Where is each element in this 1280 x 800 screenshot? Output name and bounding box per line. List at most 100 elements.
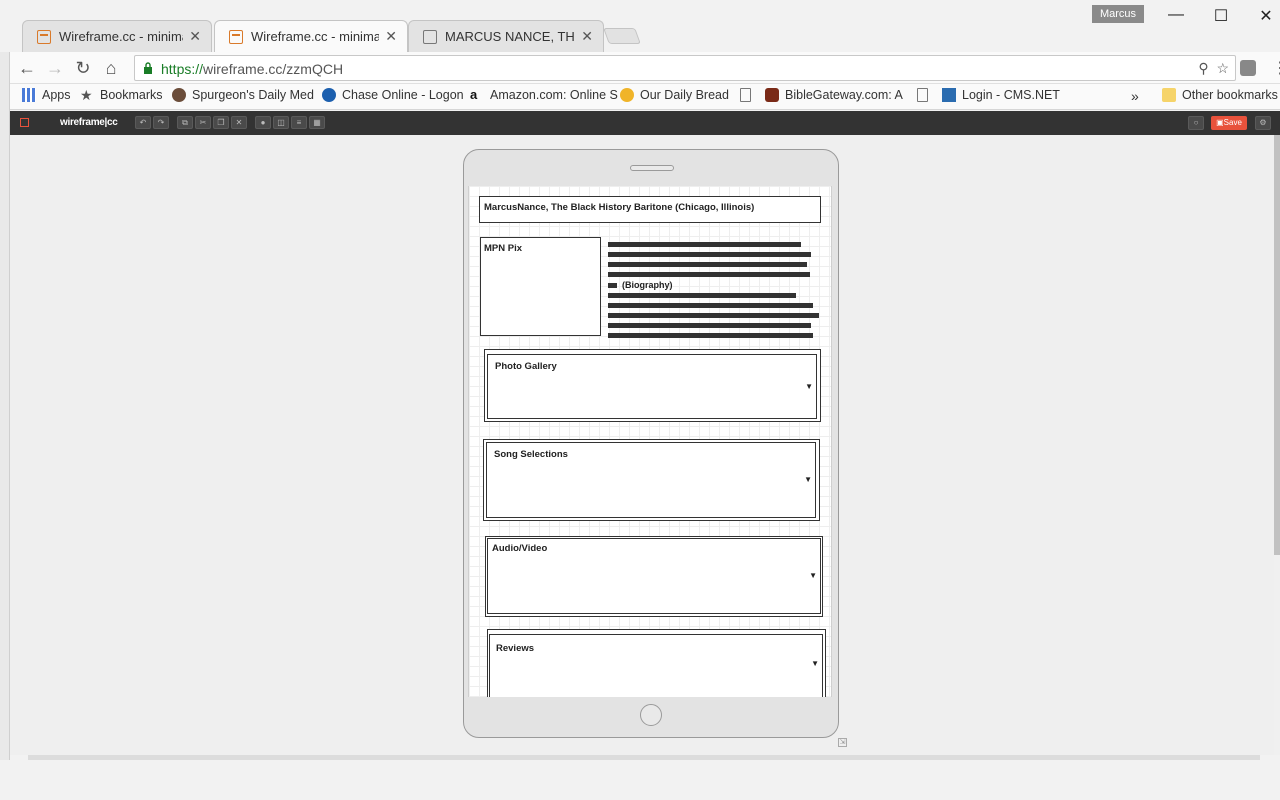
reviews-accordion[interactable]: Reviews ▼ [487, 629, 826, 697]
browser-titlebar: Wireframe.cc - minimal w ✕ Wireframe.cc … [0, 0, 1280, 52]
undo-icon[interactable]: ↶ [135, 116, 151, 129]
tab-wireframe-1[interactable]: Wireframe.cc - minimal w ✕ [22, 20, 212, 52]
star-icon: ★ [80, 87, 93, 103]
text-line [608, 303, 813, 308]
wireframe-favicon-icon [229, 29, 243, 44]
biography-label: (Biography) [622, 280, 673, 290]
secure-lock-icon [144, 62, 152, 74]
text-line [608, 313, 819, 318]
tab-close-icon[interactable]: ✕ [189, 28, 201, 45]
tab-wireframe-2-active[interactable]: Wireframe.cc - minimal w ✕ [214, 20, 408, 52]
accordion-label: Reviews [496, 643, 535, 654]
bookmark-bookmarks[interactable]: ★ Bookmarks [80, 88, 163, 102]
bookmark-amazon[interactable]: a Amazon.com: Online S [470, 87, 618, 103]
tab-marcus-nance[interactable]: MARCUS NANCE, THE BL ✕ [408, 20, 604, 52]
lock-icon[interactable]: ● [255, 116, 271, 129]
maximize-icon[interactable]: ☐ [1211, 6, 1231, 26]
cms-logo-icon [942, 88, 956, 102]
text-line [608, 272, 810, 277]
page-icon [917, 88, 928, 102]
home-icon[interactable]: ⌂ [100, 58, 122, 79]
chevron-down-icon[interactable]: ▼ [804, 475, 812, 484]
resize-handle-icon[interactable]: ⇲ [838, 738, 847, 747]
cut-icon[interactable]: ✂ [195, 116, 211, 129]
accordion-label: Photo Gallery [495, 361, 557, 372]
page-icon [740, 88, 751, 102]
bookmark-our-daily-bread[interactable]: Our Daily Bread [620, 88, 729, 102]
tab-close-icon[interactable]: ✕ [385, 28, 397, 45]
amazon-logo-icon: a [470, 87, 478, 102]
tablet-frame: MarcusNance, The Black History Baritone … [463, 149, 839, 738]
device-home-button [640, 704, 662, 726]
redo-icon[interactable]: ↷ [153, 116, 169, 129]
bookmark-cms[interactable]: Login - CMS.NET [942, 88, 1060, 102]
photo-gallery-accordion[interactable]: Photo Gallery ▼ [484, 349, 821, 422]
close-window-icon[interactable]: ✕ [1256, 6, 1276, 26]
paste-icon[interactable]: ❐ [213, 116, 229, 129]
chase-logo-icon [322, 88, 336, 102]
browser-toolbar: ← → ↻ ⌂ https://wireframe.cc/zzmQCH ⚲ ☆ … [10, 52, 1280, 84]
delete-icon[interactable]: ✕ [231, 116, 247, 129]
extension-icon[interactable] [1240, 60, 1256, 76]
bookmark-apps[interactable]: Apps [22, 88, 71, 102]
song-selections-accordion[interactable]: Song Selections ▼ [483, 439, 820, 521]
minimize-icon[interactable]: — [1166, 6, 1186, 24]
device-speaker [630, 165, 674, 171]
address-bar[interactable]: https://wireframe.cc/zzmQCH ⚲ ☆ [134, 55, 1236, 81]
app-logo[interactable]: wireframe|cc [60, 117, 118, 128]
chevron-down-icon[interactable]: ▼ [811, 659, 819, 668]
tab-title: MARCUS NANCE, THE BL [445, 29, 575, 44]
copy-icon[interactable]: ⧉ [177, 116, 193, 129]
new-tab-button[interactable] [603, 28, 641, 44]
chevron-down-icon[interactable]: ▼ [805, 382, 813, 391]
zoom-icon[interactable]: ⚲ ☆ [1198, 60, 1229, 77]
image-placeholder-label: MPN Pix [484, 243, 523, 254]
wireframe-favicon-icon [37, 29, 51, 44]
tab-title: Wireframe.cc - minimal w [251, 29, 380, 44]
biblegateway-icon [765, 88, 779, 102]
grid-icon[interactable]: ▦ [309, 116, 325, 129]
bookmark-biblegateway[interactable]: BibleGateway.com: A [765, 88, 903, 102]
biography-label-row: (Biography) [608, 280, 822, 290]
url-text: https://wireframe.cc/zzmQCH [161, 61, 344, 77]
horizontal-scrollbar[interactable] [28, 755, 1260, 760]
edit-toolbar: ↶ ↷ ⧉ ✂ ❐ ✕ ● ◫ ≡ ▦ [135, 116, 327, 129]
accordion-label: Song Selections [494, 449, 568, 460]
bookmark-untitled-1[interactable] [740, 88, 757, 102]
vertical-scrollbar[interactable] [1274, 135, 1280, 755]
biography-text-block[interactable]: (Biography) [608, 242, 822, 343]
comment-icon[interactable]: ○ [1188, 116, 1204, 130]
bookmark-untitled-2[interactable] [917, 88, 934, 102]
bookmarks-overflow-icon[interactable]: » [1131, 88, 1139, 104]
image-placeholder[interactable]: MPN Pix [480, 237, 601, 336]
title-box-label: MarcusNance, The Black History Baritone … [484, 202, 755, 213]
chevron-down-icon[interactable]: ▼ [809, 571, 817, 580]
spurgeon-portrait-icon [172, 88, 186, 102]
tab-close-icon[interactable]: ✕ [581, 28, 593, 45]
profile-button[interactable]: Marcus [1092, 5, 1144, 23]
apps-grid-icon [22, 88, 36, 102]
other-bookmarks[interactable]: Other bookmarks [1162, 88, 1278, 102]
folder-icon [1162, 88, 1176, 102]
tab-title: Wireframe.cc - minimal w [59, 29, 183, 44]
save-button[interactable]: ▣Save [1211, 116, 1247, 130]
reload-icon[interactable]: ↻ [72, 58, 94, 79]
wireframe-canvas[interactable]: MarcusNance, The Black History Baritone … [10, 135, 1274, 755]
bookmark-spurgeon[interactable]: Spurgeon's Daily Med [172, 88, 314, 102]
arrange-icon[interactable]: ◫ [273, 116, 289, 129]
back-icon[interactable]: ← [16, 58, 38, 79]
text-line [608, 323, 811, 328]
page-square-icon[interactable] [20, 118, 29, 127]
chrome-menu-icon[interactable]: ⋮ [1272, 58, 1280, 78]
audio-video-accordion[interactable]: Audio/Video ▼ [485, 536, 823, 617]
bookmark-chase[interactable]: Chase Online - Logon [322, 88, 464, 102]
text-line [608, 252, 811, 257]
accordion-label: Audio/Video [492, 543, 548, 554]
forward-icon[interactable]: → [44, 58, 66, 79]
left-edge-strip [0, 0, 10, 760]
settings-icon[interactable]: ⚙ [1255, 116, 1271, 130]
bookmark-star-icon[interactable]: ☆ [1216, 60, 1229, 76]
align-icon[interactable]: ≡ [291, 116, 307, 129]
device-screen[interactable]: MarcusNance, The Black History Baritone … [468, 186, 832, 697]
title-box[interactable]: MarcusNance, The Black History Baritone … [479, 196, 821, 223]
